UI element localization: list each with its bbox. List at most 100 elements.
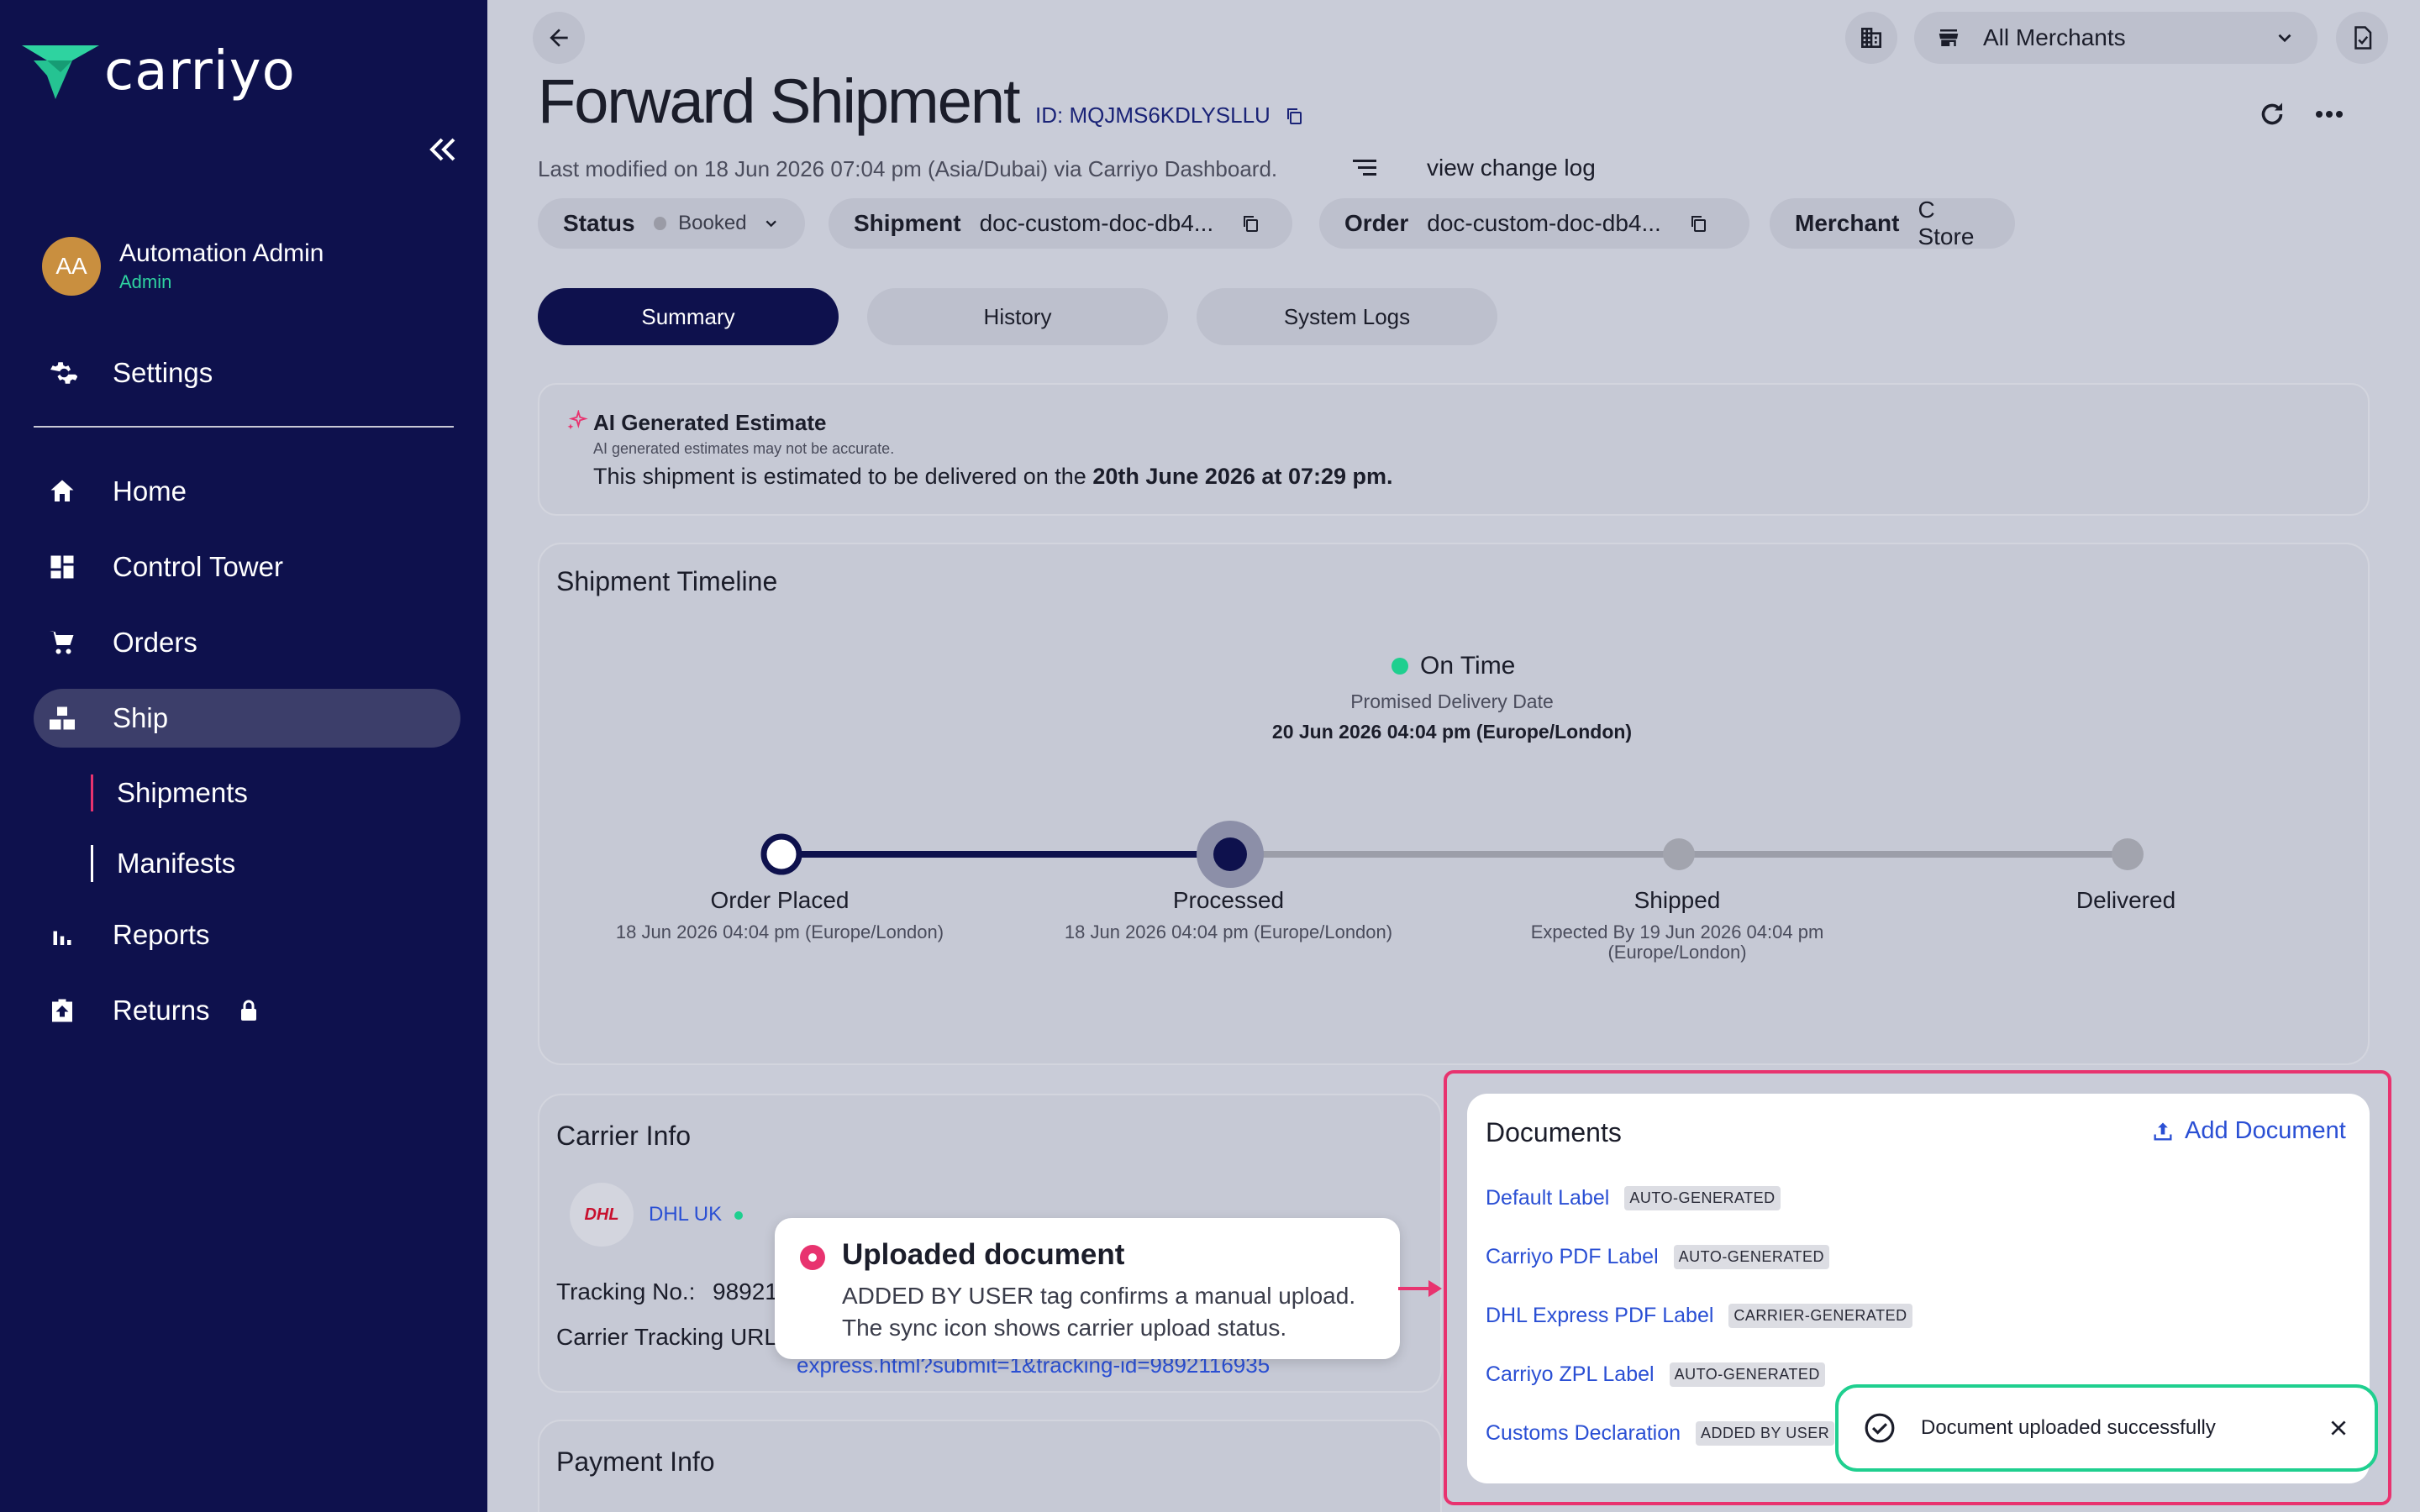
tab-system-logs[interactable]: System Logs: [1197, 288, 1497, 345]
sidebar-item-ship[interactable]: Ship: [34, 689, 460, 748]
sidebar-item-returns[interactable]: Returns: [34, 981, 460, 1040]
brand-name: carriyo: [104, 40, 296, 102]
shipment-value: doc-custom-doc-db4...: [979, 210, 1214, 236]
collapse-sidebar-button[interactable]: [427, 134, 460, 165]
shipment-id: ID: MQJMS6KDLYSLLU: [1035, 102, 1304, 129]
copy-icon[interactable]: [1688, 213, 1708, 234]
milestone-date-processed: 18 Jun 2026 04:04 pm (Europe/London): [1064, 921, 1393, 942]
chevron-down-icon: [2278, 34, 2291, 43]
merchant-key: Merchant: [1795, 210, 1900, 236]
ai-estimate-date: 20th June 2026 at 07:29 pm.: [1092, 464, 1393, 489]
sidebar-subitem-shipments[interactable]: Shipments: [91, 774, 248, 811]
document-link[interactable]: Customs Declaration: [1486, 1421, 1681, 1446]
sidebar-item-settings[interactable]: Settings: [34, 344, 460, 402]
document-row: Carriyo PDF Label AUTO-GENERATED: [1486, 1245, 1829, 1269]
milestone-label-order-placed: Order Placed: [710, 887, 850, 913]
callout-body: ADDED BY USER tag confirms a manual uplo…: [842, 1283, 1356, 1341]
document-link[interactable]: Carriyo PDF Label: [1486, 1245, 1659, 1269]
sidebar-item-label: Control Tower: [113, 551, 283, 582]
tab-summary[interactable]: Summary: [538, 288, 839, 345]
merchant-select[interactable]: All Merchants: [1914, 12, 2317, 64]
avatar-initials: AA: [55, 253, 87, 279]
view-change-log-link[interactable]: view change log: [1427, 155, 1596, 181]
avatar: AA: [42, 237, 101, 296]
merchant-value: C Store: [1918, 197, 1975, 249]
more-options-button[interactable]: [2312, 99, 2346, 134]
sidebar-item-control-tower[interactable]: Control Tower: [34, 538, 460, 596]
refresh-icon: [2261, 102, 2283, 125]
uploaded-document-callout: Uploaded document ADDED BY USER tag conf…: [775, 1218, 1400, 1359]
upload-icon: [2154, 1122, 2172, 1140]
milestone-date-order-placed: 18 Jun 2026 04:04 pm (Europe/London): [615, 921, 944, 942]
milestone-label-shipped: Shipped: [1634, 887, 1721, 913]
payment-info-card: Payment Info: [538, 1420, 1442, 1512]
sidebar-item-label: Home: [113, 475, 187, 507]
document-tag: ADDED BY USER: [1696, 1421, 1835, 1446]
merchant-pill[interactable]: Merchant C Store: [1770, 197, 2015, 249]
sidebar-item-orders[interactable]: Orders: [34, 613, 460, 672]
on-time-label: On Time: [1420, 652, 1516, 680]
shipment-pill[interactable]: Shipment doc-custom-doc-db4...: [829, 198, 1292, 249]
boxes-icon: [34, 703, 92, 733]
ai-estimate-text-prefix: This shipment is estimated to be deliver…: [593, 464, 1093, 489]
document-tag: CARRIER-GENERATED: [1728, 1304, 1912, 1328]
milestone-delivered-marker: [2112, 838, 2144, 870]
document-tag: AUTO-GENERATED: [1673, 1245, 1829, 1269]
document-link[interactable]: Default Label: [1486, 1186, 1609, 1210]
refresh-button[interactable]: [2257, 99, 2287, 134]
document-check-button[interactable]: [2336, 12, 2388, 64]
callout-marker-icon: [800, 1245, 825, 1270]
order-value: doc-custom-doc-db4...: [1427, 210, 1661, 236]
tracking-number-label: Tracking No.:: [556, 1278, 696, 1305]
shipment-timeline-card: Shipment Timeline: [538, 543, 2370, 1065]
milestone-order-placed-marker: [760, 833, 802, 875]
document-row: Carriyo ZPL Label AUTO-GENERATED: [1486, 1362, 1825, 1387]
order-pill[interactable]: Order doc-custom-doc-db4...: [1319, 198, 1749, 249]
sidebar-item-home[interactable]: Home: [34, 462, 460, 521]
sidebar-divider: [34, 426, 454, 428]
milestone-shipped-marker: [1663, 838, 1695, 870]
sidebar-item-reports[interactable]: Reports: [34, 906, 460, 964]
tab-label: System Logs: [1283, 303, 1411, 329]
ai-estimate-disclaimer: AI generated estimates may not be accura…: [593, 440, 895, 457]
page-title: Forward Shipment: [538, 66, 1021, 136]
milestone-date-shipped: Expected By 19 Jun 2026 04:04 pm (Europe…: [1530, 921, 1824, 963]
bar-chart-icon: [34, 920, 92, 950]
close-icon[interactable]: [2328, 1417, 2349, 1439]
brand-logo[interactable]: carriyo: [22, 40, 296, 102]
add-document-label: Add Document: [2185, 1117, 2346, 1144]
document-link[interactable]: Carriyo ZPL Label: [1486, 1362, 1655, 1387]
tab-label: Summary: [641, 303, 735, 329]
user-role: Admin: [119, 271, 172, 292]
promised-delivery-label: Promised Delivery Date: [1350, 690, 1554, 712]
toast-message: Document uploaded successfully: [1921, 1416, 2216, 1439]
building-icon: [1861, 28, 1881, 48]
sidebar-item-label: Settings: [113, 357, 213, 388]
sidebar-subitem-manifests[interactable]: Manifests: [91, 845, 235, 882]
dhl-logo: DHL: [570, 1183, 634, 1247]
return-box-icon: [34, 995, 92, 1026]
milestone-label-processed: Processed: [1172, 887, 1285, 913]
user-profile[interactable]: AA Automation Admin Admin: [42, 237, 324, 296]
copy-icon[interactable]: [1284, 106, 1304, 126]
copy-icon[interactable]: [1240, 213, 1260, 234]
store-icon: [1939, 29, 1959, 46]
status-pill[interactable]: Status Booked: [538, 198, 805, 249]
double-chevron-left-icon: [429, 138, 455, 161]
tab-history[interactable]: History: [867, 288, 1168, 345]
sidebar-subitem-label: Manifests: [117, 848, 236, 879]
on-time-dot: [1392, 658, 1408, 675]
add-document-button[interactable]: Add Document: [2151, 1117, 2346, 1145]
merchant-select-value: All Merchants: [1983, 24, 2126, 50]
carrier-name-link[interactable]: DHL UK: [649, 1203, 722, 1226]
back-button[interactable]: [533, 12, 585, 64]
document-link[interactable]: DHL Express PDF Label: [1486, 1304, 1713, 1328]
callout-title: Uploaded document: [842, 1238, 1125, 1271]
dhl-logo-text: DHL: [584, 1205, 619, 1224]
more-horizontal-icon: [2316, 111, 2343, 118]
organization-button[interactable]: [1845, 12, 1897, 64]
document-tag: AUTO-GENERATED: [1624, 1186, 1781, 1210]
change-log-icon[interactable]: [1351, 155, 1381, 186]
timeline-title: Shipment Timeline: [556, 566, 778, 596]
sidebar-subitem-label: Shipments: [117, 777, 248, 808]
